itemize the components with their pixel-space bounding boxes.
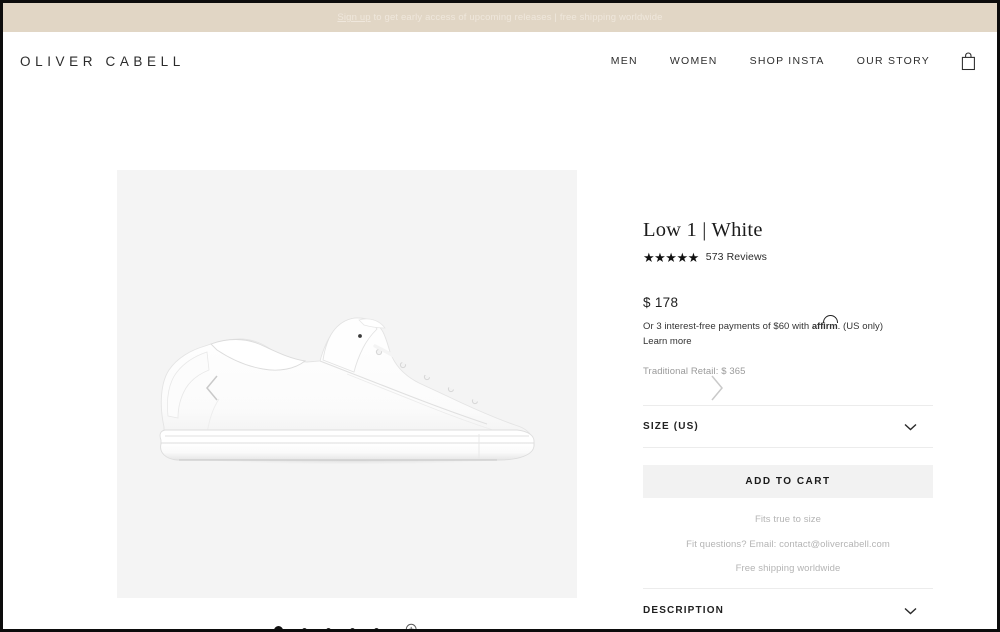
- nav-item-our-story[interactable]: OUR STORY: [841, 49, 946, 73]
- gallery-dot-1[interactable]: [274, 626, 283, 630]
- announcement-signup-link[interactable]: Sign up: [337, 12, 370, 23]
- gallery-dot-5[interactable]: [374, 628, 379, 630]
- rating-stars: ★★★★★: [643, 251, 699, 264]
- affirm-learn-more-link[interactable]: Learn more: [643, 336, 933, 347]
- accordion-description-label: DESCRIPTION: [643, 605, 724, 616]
- product-page: Sign up to get early access of upcoming …: [3, 3, 997, 629]
- gallery-dot-3[interactable]: [326, 628, 331, 630]
- product-rating[interactable]: ★★★★★ 573 Reviews: [643, 251, 933, 264]
- nav-item-women[interactable]: WOMEN: [654, 49, 734, 73]
- chevron-right-icon: [709, 374, 725, 402]
- brand-logo[interactable]: OLIVER CABELL: [20, 54, 185, 69]
- announcement-message: to get early access of upcoming releases…: [371, 12, 663, 23]
- product-accordion: DESCRIPTION CONSTRUCTION & MATERIALS PRI…: [643, 588, 933, 629]
- affirm-suffix: . (US only): [838, 321, 883, 332]
- size-selector[interactable]: SIZE (US): [643, 406, 933, 448]
- size-selector-label: SIZE (US): [643, 421, 699, 432]
- affirm-logo: affirm: [812, 320, 838, 335]
- product-title: Low 1 | White: [643, 219, 933, 242]
- gallery-pagination: [117, 598, 577, 629]
- chevron-down-icon: [904, 423, 917, 431]
- gallery-stage: [117, 170, 577, 598]
- gallery-next-button[interactable]: [700, 365, 734, 411]
- product-price: $ 178: [643, 295, 933, 310]
- accordion-description[interactable]: DESCRIPTION: [643, 588, 933, 629]
- announcement-banner: Sign up to get early access of upcoming …: [3, 3, 997, 32]
- chevron-down-icon: [904, 607, 917, 615]
- nav-item-men[interactable]: MEN: [595, 49, 654, 73]
- product-image[interactable]: [117, 170, 577, 598]
- fit-notes: Fits true to size Fit questions? Email: …: [643, 515, 933, 574]
- affirm-financing-text: Or 3 interest-free payments of $60 with …: [643, 320, 933, 335]
- price-block: $ 178 Or 3 interest-free payments of $60…: [643, 295, 933, 378]
- traditional-retail-price: Traditional Retail: $ 365: [643, 366, 933, 377]
- review-count: 573 Reviews: [706, 251, 767, 263]
- affirm-prefix: Or 3 interest-free payments of $60 with: [643, 321, 812, 332]
- fit-note-true-to-size: Fits true to size: [643, 515, 933, 525]
- browser-screenshot-frame: Sign up to get early access of upcoming …: [0, 0, 1000, 632]
- product-main: Low 1 | White ★★★★★ 573 Reviews $ 178 Or…: [3, 90, 997, 629]
- gallery-dot-4[interactable]: [350, 628, 355, 630]
- chevron-left-icon: [204, 374, 220, 402]
- fit-note-contact-email[interactable]: Fit questions? Email: contact@olivercabe…: [643, 540, 933, 550]
- gallery-prev-button[interactable]: [195, 365, 229, 411]
- add-to-cart-button[interactable]: ADD TO CART: [643, 465, 933, 498]
- zoom-in-icon[interactable]: [405, 623, 420, 630]
- sneaker-photo: [117, 170, 577, 598]
- nav-item-shop-insta[interactable]: SHOP INSTA: [734, 49, 841, 73]
- main-navigation: MEN WOMEN SHOP INSTA OUR STORY: [595, 48, 979, 75]
- shopping-bag-icon[interactable]: [946, 48, 979, 75]
- fit-note-free-shipping: Free shipping worldwide: [643, 564, 933, 574]
- announcement-text: Sign up to get early access of upcoming …: [337, 12, 662, 23]
- site-header: OLIVER CABELL MEN WOMEN SHOP INSTA OUR S…: [3, 32, 997, 90]
- product-details: Low 1 | White ★★★★★ 573 Reviews $ 178 Or…: [643, 90, 933, 629]
- product-gallery: [3, 90, 625, 629]
- gallery-dot-2[interactable]: [302, 628, 307, 630]
